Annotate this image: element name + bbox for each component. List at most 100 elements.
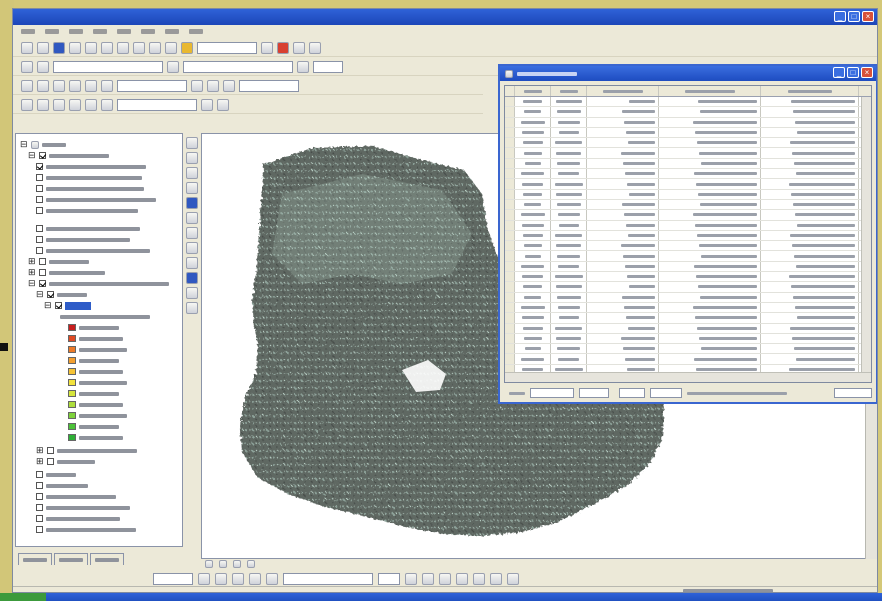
layer-visibility-checkbox[interactable] (36, 526, 43, 533)
save-icon[interactable] (53, 41, 65, 54)
toc-row-layer[interactable]: ⊞ (36, 456, 95, 466)
data-view-icon[interactable] (205, 560, 213, 568)
collapse-icon[interactable]: ⊟ (28, 150, 36, 161)
drawing-menu[interactable] (153, 572, 193, 585)
zoom-out-icon[interactable] (186, 152, 198, 164)
row-selector[interactable] (505, 169, 515, 179)
copy-icon[interactable] (101, 41, 113, 54)
map-scale-combo[interactable] (197, 41, 257, 54)
command-line-icon[interactable] (293, 41, 305, 54)
column-header[interactable] (551, 86, 587, 96)
toc-row-layer[interactable] (36, 173, 142, 182)
table-row[interactable] (505, 117, 871, 128)
zoom-to-selected-icon[interactable] (232, 572, 244, 585)
arctoolbox-icon[interactable] (277, 41, 289, 54)
toc-row-layers[interactable]: ⊟ (20, 139, 66, 149)
menu-item-selection[interactable] (117, 29, 131, 34)
marker-color-icon[interactable] (507, 572, 519, 585)
minimize-button[interactable]: _ (834, 11, 846, 22)
table-row[interactable] (505, 189, 871, 200)
pan-icon[interactable] (85, 79, 97, 92)
task-combo[interactable] (53, 60, 163, 73)
toc-row-group[interactable]: ⊟ (36, 289, 87, 300)
table-row[interactable] (505, 272, 871, 283)
row-selector[interactable] (505, 97, 515, 107)
column-header[interactable] (659, 86, 761, 96)
zoom-out-icon[interactable] (37, 79, 49, 92)
table-row[interactable] (505, 138, 871, 149)
table-row[interactable] (505, 261, 871, 273)
expand-icon[interactable]: ⊞ (28, 267, 36, 278)
row-selector[interactable] (505, 354, 515, 364)
globe-icon[interactable] (186, 182, 198, 194)
row-selector[interactable] (505, 344, 515, 354)
row-selector[interactable] (505, 241, 515, 251)
select-features-icon[interactable] (21, 98, 33, 111)
collapse-icon[interactable]: ⊟ (44, 300, 52, 311)
binoculars-icon[interactable] (186, 227, 198, 239)
measure-icon[interactable] (223, 79, 235, 92)
toc-row-group[interactable]: ⊟ (28, 150, 109, 161)
expand-icon[interactable]: ⊞ (28, 256, 36, 267)
paste-icon[interactable] (117, 41, 129, 54)
add-data-icon[interactable] (181, 41, 193, 54)
full-extent-icon[interactable] (101, 79, 113, 92)
legend-swatch[interactable] (68, 401, 76, 408)
histogram-icon[interactable] (201, 98, 213, 111)
toc-row-layer[interactable] (36, 195, 156, 204)
target-icon[interactable] (167, 60, 179, 73)
collapse-icon[interactable]: ⊟ (28, 278, 36, 289)
toc-row-layer[interactable] (36, 525, 136, 534)
go-back-icon[interactable] (85, 98, 97, 111)
tab-display[interactable] (18, 553, 52, 565)
menu-item-window[interactable] (165, 29, 179, 34)
table-row[interactable] (505, 127, 871, 139)
layer-visibility-checkbox[interactable] (38, 258, 46, 265)
layer-visibility-checkbox[interactable] (36, 196, 43, 203)
show-selected-button[interactable] (650, 388, 682, 398)
layer-visibility-checkbox[interactable] (38, 280, 46, 287)
table-row[interactable] (505, 107, 871, 118)
select-arrow-icon[interactable] (186, 197, 198, 209)
table-row[interactable] (505, 169, 871, 180)
editor-icon[interactable] (261, 41, 273, 54)
select-elements-icon[interactable] (37, 98, 49, 111)
menu-item-help[interactable] (189, 29, 203, 34)
go-forward-icon[interactable] (101, 98, 113, 111)
table-row[interactable] (505, 158, 871, 170)
underline-icon[interactable] (439, 572, 451, 585)
layer-visibility-checkbox[interactable] (36, 493, 43, 500)
row-selector[interactable] (505, 333, 515, 344)
close-button[interactable]: × (862, 11, 874, 22)
maximize-button[interactable]: □ (847, 67, 859, 78)
collapse-icon[interactable]: ⊟ (36, 289, 44, 300)
table-horizontal-scrollbar[interactable] (505, 372, 871, 382)
toc-row-layer[interactable]: ⊞ (28, 267, 105, 278)
font-combo[interactable] (283, 572, 373, 585)
menu-item-edit[interactable] (45, 29, 59, 34)
layer-visibility-checkbox[interactable] (46, 458, 54, 465)
layer-visibility-checkbox[interactable] (36, 163, 43, 170)
column-header[interactable] (587, 86, 659, 96)
table-row[interactable] (505, 313, 871, 324)
table-row[interactable] (505, 179, 871, 190)
zoom-in-icon[interactable] (21, 79, 33, 92)
column-header[interactable] (515, 86, 551, 96)
layer-visibility-checkbox[interactable] (46, 447, 54, 454)
close-button[interactable]: × (861, 67, 873, 78)
row-selector[interactable] (505, 148, 515, 158)
delete-icon[interactable] (133, 41, 145, 54)
layer-visibility-checkbox[interactable] (36, 185, 43, 192)
menu-item-insert[interactable] (93, 29, 107, 34)
toc-row-layer[interactable]: ⊟ (28, 278, 169, 289)
row-selector[interactable] (505, 179, 515, 189)
table-row[interactable] (505, 148, 871, 159)
toc-row-layer[interactable]: ⊞ (36, 445, 137, 455)
toc-row-layer[interactable] (36, 224, 140, 233)
record-number-input[interactable] (579, 388, 609, 398)
row-selector[interactable] (505, 189, 515, 199)
table-row[interactable] (505, 333, 871, 345)
table-vertical-scrollbar[interactable] (861, 97, 871, 372)
layer-combo[interactable] (313, 60, 343, 73)
back-extent-icon[interactable] (186, 272, 198, 284)
